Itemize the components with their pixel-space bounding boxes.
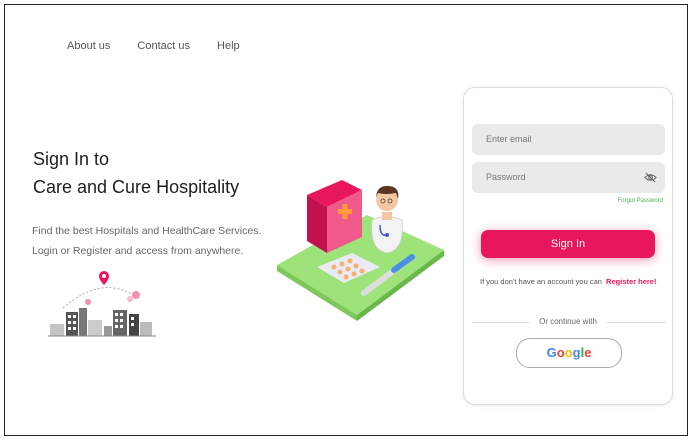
register-text: If you don't have an account you can: [480, 277, 602, 286]
city-illustration: [48, 271, 156, 337]
desc-line-1: Find the best Hospitals and HealthCare S…: [32, 225, 262, 237]
title-line-2: Care and Cure Hospitality: [33, 177, 240, 197]
desc-line-2: Login or Register and access from anywhe…: [32, 245, 244, 257]
nav-help[interactable]: Help: [217, 40, 240, 52]
route-arc: [62, 287, 139, 309]
medical-illustration: [277, 180, 444, 321]
page-description: Find the best Hospitals and HealthCare S…: [32, 221, 272, 261]
nav-contact-us[interactable]: Contact us: [137, 40, 190, 52]
title-line-1: Sign In to: [33, 149, 110, 169]
doctor-figure: [371, 185, 403, 254]
register-prompt: If you don't have an account you can Reg…: [480, 277, 656, 286]
signin-card: Enter email Password Forgot Password Sig…: [463, 87, 673, 405]
google-signin-button[interactable]: Google: [516, 338, 622, 368]
signin-button[interactable]: Sign In: [481, 230, 655, 258]
or-continue-text: Or continue with: [529, 317, 607, 326]
password-placeholder: Password: [486, 172, 526, 182]
nav-about-us[interactable]: About us: [67, 40, 110, 52]
location-pin-icon: [99, 271, 109, 285]
password-field[interactable]: Password: [472, 162, 665, 193]
email-field[interactable]: Enter email: [472, 124, 665, 155]
forgot-password-link[interactable]: Forgot Password: [618, 198, 663, 204]
eye-off-icon[interactable]: [644, 171, 657, 184]
or-continue-label: Or continue with: [464, 317, 672, 326]
register-link[interactable]: Register here!: [606, 277, 656, 286]
top-nav: About us Contact us Help: [67, 40, 240, 52]
page-title: Sign In to Care and Cure Hospitality: [33, 145, 239, 201]
